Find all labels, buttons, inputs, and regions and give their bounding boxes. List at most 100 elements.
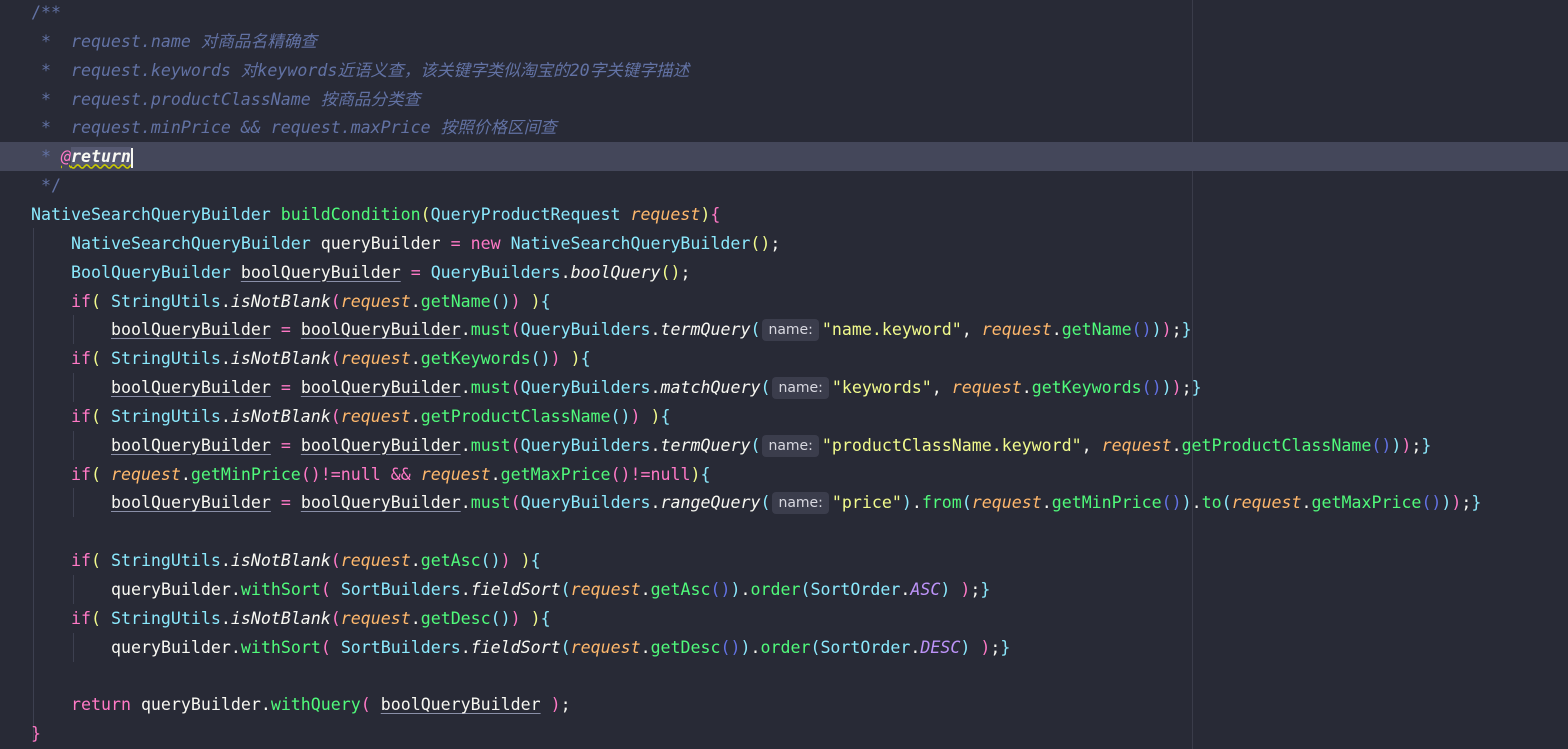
code-line[interactable] bbox=[0, 517, 1568, 546]
code-line[interactable]: * request.name 对商品名精确查 bbox=[0, 27, 1568, 56]
code-line[interactable]: if( StringUtils.isNotBlank(request.getAs… bbox=[0, 546, 1568, 575]
code-line[interactable]: if( StringUtils.isNotBlank(request.getKe… bbox=[0, 344, 1568, 373]
code-token: NativeSearchQueryBuilder bbox=[510, 233, 751, 253]
code-token: StringUtils bbox=[110, 406, 221, 426]
keyword-token: if bbox=[71, 406, 91, 426]
code-line[interactable]: boolQueryBuilder = boolQueryBuilder.must… bbox=[0, 488, 1568, 518]
code-token: ( bbox=[320, 637, 341, 657]
code-line-text: NativeSearchQueryBuilder queryBuilder = … bbox=[71, 229, 780, 258]
code-token: ) bbox=[1161, 320, 1172, 340]
keyword-token: if bbox=[71, 551, 91, 571]
text-cursor bbox=[130, 147, 133, 168]
code-token: request bbox=[630, 204, 701, 224]
code-token: ) bbox=[540, 695, 561, 715]
code-token: ) bbox=[950, 580, 971, 599]
code-token: ( bbox=[510, 493, 521, 513]
indent-guide bbox=[73, 430, 74, 460]
code-token: . bbox=[650, 435, 661, 455]
code-line-text: if( StringUtils.isNotBlank(request.getAs… bbox=[71, 546, 541, 575]
code-line[interactable]: if( StringUtils.isNotBlank(request.getDe… bbox=[0, 604, 1568, 633]
code-token: ( bbox=[1221, 493, 1232, 513]
code-line[interactable]: */ bbox=[0, 171, 1568, 200]
code-line[interactable]: NativeSearchQueryBuilder queryBuilder = … bbox=[0, 229, 1568, 258]
comment-text: * bbox=[31, 31, 71, 51]
code-line[interactable]: boolQueryBuilder = boolQueryBuilder.must… bbox=[0, 373, 1568, 403]
code-token: ; bbox=[970, 580, 981, 599]
code-token: ( bbox=[90, 608, 111, 628]
code-token: ) bbox=[1161, 378, 1172, 398]
code-token: QueryProductRequest bbox=[430, 204, 631, 224]
code-token: ( bbox=[961, 493, 972, 513]
code-token: ) bbox=[901, 493, 912, 513]
code-editor[interactable]: /** * request.name 对商品名精确查 * request.key… bbox=[0, 0, 1568, 749]
code-line[interactable]: if( StringUtils.isNotBlank(request.getNa… bbox=[0, 287, 1568, 316]
code-token: ( bbox=[750, 320, 761, 340]
code-token: termQuery bbox=[660, 435, 751, 455]
parameter-hint: name: bbox=[772, 492, 829, 515]
code-line-text: BoolQueryBuilder boolQueryBuilder = Quer… bbox=[71, 258, 690, 287]
code-token: . bbox=[460, 637, 471, 657]
code-line[interactable]: * request.minPrice && request.maxPrice 按… bbox=[0, 113, 1568, 142]
code-token: . bbox=[650, 493, 661, 513]
code-line-text: boolQueryBuilder = boolQueryBuilder.must… bbox=[111, 315, 1192, 344]
code-line[interactable]: /** bbox=[0, 0, 1568, 27]
code-token: QueryBuilders bbox=[520, 378, 651, 398]
code-line-current[interactable]: * @return bbox=[0, 142, 1568, 172]
code-line[interactable]: if( request.getMinPrice()!=null && reque… bbox=[0, 460, 1568, 489]
code-token: StringUtils bbox=[110, 608, 221, 628]
code-token: ) bbox=[1401, 435, 1412, 455]
code-token: } bbox=[980, 580, 991, 599]
code-line[interactable]: boolQueryBuilder = boolQueryBuilder.must… bbox=[0, 315, 1568, 345]
code-token: } bbox=[1181, 320, 1192, 340]
code-token: from bbox=[921, 493, 962, 513]
code-line[interactable]: } bbox=[0, 719, 1568, 748]
code-token: ( bbox=[360, 695, 381, 715]
code-token: . bbox=[410, 608, 421, 628]
keyword-token: = bbox=[450, 233, 471, 253]
code-token: @ bbox=[60, 147, 71, 167]
comment-text: * bbox=[31, 89, 71, 109]
code-line[interactable]: BoolQueryBuilder boolQueryBuilder = Quer… bbox=[0, 258, 1568, 287]
code-token: ) bbox=[690, 464, 701, 484]
code-token: ( bbox=[330, 349, 341, 369]
code-line[interactable]: if( StringUtils.isNotBlank(request.getPr… bbox=[0, 402, 1568, 431]
code-line[interactable]: NativeSearchQueryBuilder buildCondition(… bbox=[0, 200, 1568, 229]
code-line[interactable]: return queryBuilder.withQuery( boolQuery… bbox=[0, 690, 1568, 719]
code-token: . bbox=[911, 493, 922, 513]
code-token: { bbox=[530, 551, 541, 571]
keyword-token: if bbox=[71, 464, 91, 484]
keyword-token: !=null bbox=[320, 464, 391, 484]
code-token: ) bbox=[520, 291, 541, 311]
code-token: ) bbox=[1451, 493, 1462, 513]
code-token: ( bbox=[320, 580, 341, 599]
code-token: request bbox=[340, 551, 411, 571]
code-token: withQuery bbox=[270, 695, 361, 715]
code-token: } bbox=[31, 724, 41, 744]
code-token: . bbox=[740, 580, 751, 599]
code-token: ) bbox=[510, 291, 521, 311]
code-token: ) bbox=[510, 551, 531, 571]
code-line[interactable]: * request.keywords 对keywords近语义查，该关键字类似淘… bbox=[0, 56, 1568, 85]
code-line[interactable] bbox=[0, 662, 1568, 691]
code-token: request bbox=[981, 320, 1052, 340]
code-token: ( bbox=[90, 291, 111, 311]
code-token: . bbox=[1171, 435, 1182, 455]
code-token: ASC bbox=[910, 580, 941, 599]
code-line[interactable]: boolQueryBuilder = boolQueryBuilder.must… bbox=[0, 430, 1568, 460]
code-line[interactable]: queryBuilder.withSort( SortBuilders.fiel… bbox=[0, 575, 1568, 604]
code-token: ; bbox=[1411, 435, 1422, 455]
code-token: () bbox=[1141, 378, 1162, 398]
code-token: ) bbox=[510, 608, 521, 628]
code-token: . bbox=[900, 580, 911, 599]
code-token: () bbox=[530, 349, 551, 369]
code-token: . bbox=[460, 580, 471, 599]
code-token: request bbox=[110, 464, 181, 484]
code-token: ) bbox=[970, 637, 991, 657]
code-line[interactable]: queryBuilder.withSort( SortBuilders.fiel… bbox=[0, 632, 1568, 662]
code-token: { bbox=[710, 204, 721, 224]
code-token: . bbox=[650, 320, 661, 340]
code-line[interactable]: * request.productClassName 按商品分类查 bbox=[0, 85, 1568, 114]
code-token: queryBuilder bbox=[320, 233, 451, 253]
code-token: ; bbox=[680, 262, 691, 282]
keyword-token: = bbox=[400, 262, 431, 282]
